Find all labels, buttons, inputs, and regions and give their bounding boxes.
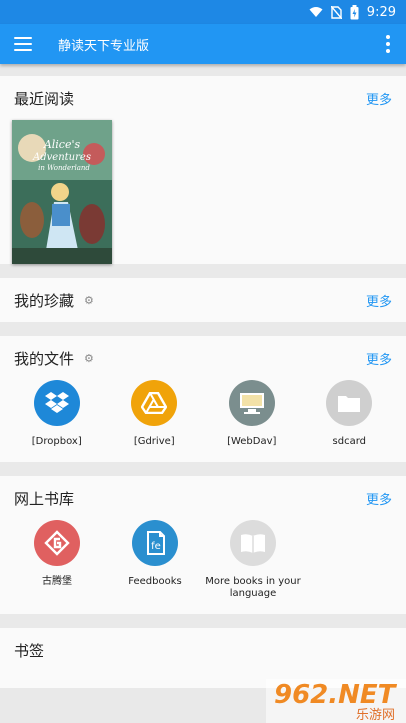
no-sim-icon bbox=[330, 5, 342, 19]
dropbox-label: [Dropbox] bbox=[31, 436, 82, 447]
favorites-section: 我的珍藏 ⚙ 更多 bbox=[0, 278, 406, 322]
menu-icon[interactable] bbox=[14, 37, 32, 51]
my-files-section: 我的文件 ⚙ 更多 [Dropbox] [Gdrive] [WebDav] sd… bbox=[0, 336, 406, 462]
book-icon bbox=[230, 520, 276, 566]
gdrive-icon bbox=[131, 380, 178, 426]
library-gutenberg[interactable]: 古腾堡 bbox=[8, 520, 106, 600]
section-title-online: 网上书库 bbox=[14, 489, 75, 508]
svg-text:fe: fe bbox=[151, 541, 161, 552]
svg-text:Alice's: Alice's bbox=[43, 138, 81, 151]
folder-icon bbox=[326, 380, 373, 426]
library-more-books[interactable]: More books in your language bbox=[204, 520, 302, 600]
file-source-dropbox[interactable]: [Dropbox] bbox=[8, 380, 106, 448]
svg-text:Adventures: Adventures bbox=[32, 152, 91, 163]
sdcard-label: sdcard bbox=[332, 436, 366, 447]
online-more-link[interactable]: 更多 bbox=[366, 489, 392, 508]
watermark-logo: 962.NET 乐游网 bbox=[266, 679, 406, 723]
status-bar: 9:29 bbox=[0, 0, 406, 24]
svg-text:乐游网: 乐游网 bbox=[356, 708, 395, 723]
feedbooks-icon: fe bbox=[132, 520, 178, 566]
files-more-link[interactable]: 更多 bbox=[366, 349, 392, 368]
wifi-icon bbox=[309, 7, 323, 17]
gdrive-label: [Gdrive] bbox=[133, 436, 175, 447]
gear-icon[interactable]: ⚙ bbox=[84, 352, 94, 365]
battery-icon bbox=[350, 4, 359, 19]
section-title-favorites: 我的珍藏 bbox=[14, 291, 75, 310]
feedbooks-label: Feedbooks bbox=[128, 576, 182, 587]
section-title-recent: 最近阅读 bbox=[14, 89, 75, 108]
status-time: 9:29 bbox=[366, 4, 396, 20]
favorites-more-link[interactable]: 更多 bbox=[366, 291, 392, 310]
svg-text:in Wonderland: in Wonderland bbox=[38, 164, 90, 172]
online-library-section: 网上书库 更多 古腾堡 fe Feedbooks More books in y… bbox=[0, 476, 406, 614]
recent-reading-section: 最近阅读 更多 Alice's Adventures in Wonderland bbox=[0, 76, 406, 264]
computer-icon bbox=[228, 380, 275, 426]
webdav-label: [WebDav] bbox=[227, 436, 277, 447]
dropbox-icon bbox=[33, 380, 80, 426]
file-source-gdrive[interactable]: [Gdrive] bbox=[106, 380, 204, 448]
app-title: 静读天下专业版 bbox=[58, 38, 150, 54]
svg-text:962.NET: 962.NET bbox=[274, 680, 398, 710]
more-books-label: More books in your language bbox=[205, 576, 301, 599]
recent-more-link[interactable]: 更多 bbox=[366, 89, 392, 108]
book-cover-alice[interactable]: Alice's Adventures in Wonderland bbox=[12, 120, 112, 264]
gear-icon[interactable]: ⚙ bbox=[84, 294, 94, 307]
overflow-menu-icon[interactable] bbox=[380, 35, 396, 53]
gutenberg-icon bbox=[34, 520, 80, 566]
gutenberg-label: 古腾堡 bbox=[42, 576, 72, 587]
main-content: 最近阅读 更多 Alice's Adventures in Wonderland bbox=[0, 64, 406, 688]
file-source-webdav[interactable]: [WebDav] bbox=[203, 380, 301, 448]
library-feedbooks[interactable]: fe Feedbooks bbox=[106, 520, 204, 600]
app-bar: 静读天下专业版 bbox=[0, 24, 406, 64]
section-title-files: 我的文件 bbox=[14, 349, 75, 368]
file-source-sdcard[interactable]: sdcard bbox=[301, 380, 399, 448]
section-title-bookmarks: 书签 bbox=[14, 641, 45, 660]
